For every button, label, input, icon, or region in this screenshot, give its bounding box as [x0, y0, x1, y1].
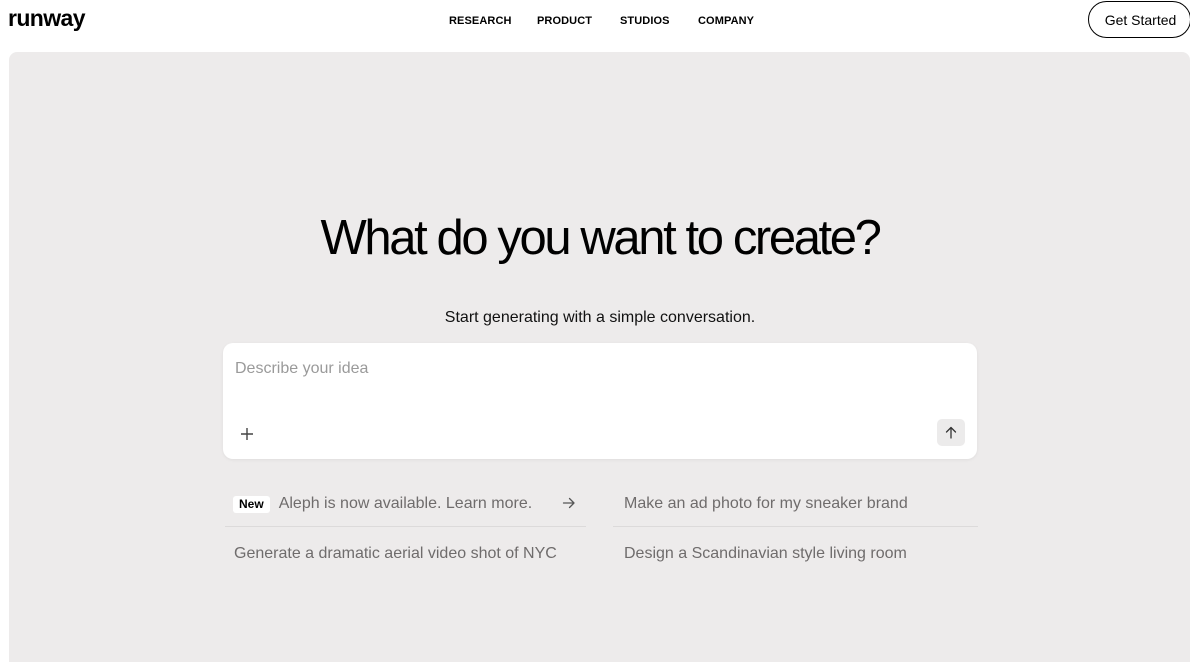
- suggestion-text: Design a Scandinavian style living room: [624, 544, 907, 562]
- suggestion-item[interactable]: Design a Scandinavian style living room: [613, 531, 978, 576]
- nav-product[interactable]: PRODUCT: [537, 15, 592, 27]
- nav-research[interactable]: RESEARCH: [449, 15, 512, 27]
- suggestion-text: Make an ad photo for my sneaker brand: [624, 495, 908, 512]
- send-button[interactable]: [937, 419, 965, 446]
- runway-logo[interactable]: runway: [8, 3, 86, 33]
- arrow-up-icon: [945, 426, 957, 439]
- get-started-button[interactable]: Get Started: [1088, 1, 1190, 38]
- hero-subtitle: Start generating with a simple conversat…: [444, 309, 756, 326]
- prompt-box: [223, 343, 977, 459]
- new-badge: New: [233, 495, 270, 513]
- suggestion-item[interactable]: Make an ad photo for my sneaker brand: [613, 482, 978, 527]
- top-header: runway RESEARCH PRODUCT STUDIOS COMPANY …: [0, 0, 1190, 52]
- announcement-link[interactable]: New Aleph is now available. Learn more.: [225, 482, 586, 527]
- suggestion-item[interactable]: Generate a dramatic aerial video shot of…: [225, 531, 586, 576]
- prompt-input[interactable]: [235, 357, 935, 381]
- nav-studios[interactable]: STUDIOS: [620, 15, 670, 27]
- plus-icon[interactable]: [239, 425, 255, 443]
- suggestion-text: Generate a dramatic aerial video shot of…: [234, 544, 557, 562]
- nav-company[interactable]: COMPANY: [698, 15, 754, 27]
- hero-title: What do you want to create?: [320, 211, 882, 265]
- arrow-right-icon: [562, 497, 575, 509]
- announcement-text: Aleph is now available. Learn more.: [278, 495, 533, 512]
